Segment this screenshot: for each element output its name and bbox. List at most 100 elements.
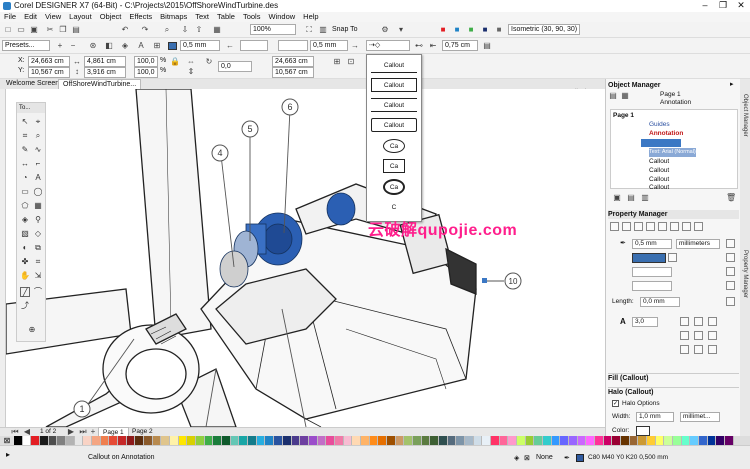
paste-icon[interactable]: ▤ xyxy=(71,25,81,35)
palette-swatch[interactable] xyxy=(386,436,396,445)
palette-swatch[interactable] xyxy=(118,436,127,445)
menu-bitmaps[interactable]: Bitmaps xyxy=(156,12,191,22)
bezier-tool-icon[interactable]: ∿ xyxy=(33,145,43,155)
arrow-start-icon[interactable]: ← xyxy=(225,41,235,51)
palette-swatch[interactable] xyxy=(196,436,205,445)
text-icon[interactable]: A xyxy=(136,41,146,51)
mirror-h-icon[interactable]: ⇔ xyxy=(186,57,196,67)
drawing-canvas[interactable]: 1 4 5 6 10 xyxy=(6,89,605,427)
palette-swatch[interactable] xyxy=(421,436,431,445)
side-tab-object-manager[interactable]: Object Manager xyxy=(740,85,750,145)
palette-swatch[interactable] xyxy=(291,436,301,445)
palette-swatch[interactable] xyxy=(256,436,266,445)
callout-gap-icon[interactable]: ⇤ xyxy=(428,41,438,51)
add-tool-icon[interactable]: ⊕ xyxy=(27,325,37,335)
tree-annotation[interactable]: Annotation xyxy=(649,129,683,138)
fill-icon[interactable]: ◈ xyxy=(120,41,130,51)
palette-swatch[interactable] xyxy=(274,436,283,445)
halo-units-select[interactable]: millimet... xyxy=(680,412,720,422)
lock-icon[interactable]: ⊛ xyxy=(88,41,98,51)
palette-swatch[interactable] xyxy=(100,436,110,445)
palette-swatch[interactable] xyxy=(352,436,361,445)
palette-swatch[interactable] xyxy=(222,436,231,445)
pick-tool-icon[interactable]: ↖ xyxy=(20,117,30,127)
pm-length-lock-icon[interactable] xyxy=(726,297,735,306)
menu-window[interactable]: Window xyxy=(264,12,299,22)
palette-swatch[interactable] xyxy=(334,436,344,445)
side-tab-property-manager[interactable]: Property Manager xyxy=(740,239,750,309)
pm-summary-icon[interactable] xyxy=(682,222,691,231)
palette-swatch[interactable] xyxy=(699,436,708,445)
menu-file[interactable]: File xyxy=(0,12,20,22)
shape-tool-icon[interactable]: ⌖ xyxy=(33,117,43,127)
publish-icon[interactable]: ▦ xyxy=(212,25,222,35)
palette-swatch[interactable] xyxy=(326,436,335,445)
palette-swatch[interactable] xyxy=(83,436,93,445)
smart-fill-tool-icon[interactable]: ✤ xyxy=(20,257,30,267)
palette-swatch[interactable] xyxy=(40,436,49,445)
menu-tools[interactable]: Tools xyxy=(239,12,265,22)
callout-shape-select[interactable]: ⇢◇ xyxy=(366,40,410,51)
palette-swatch[interactable] xyxy=(673,436,682,445)
shadow-tool-icon[interactable]: ◐ xyxy=(20,243,30,253)
callout-option-box[interactable]: Callout xyxy=(371,78,417,92)
copy-icon[interactable]: ❐ xyxy=(58,25,68,35)
palette-swatch[interactable] xyxy=(534,436,543,445)
palette-swatch[interactable] xyxy=(395,436,405,445)
pm-align-ml-icon[interactable] xyxy=(680,331,689,340)
palette-swatch[interactable] xyxy=(690,436,700,445)
rectangle-tool-icon[interactable]: ▭ xyxy=(20,187,30,197)
pm-color-dropdown-icon[interactable] xyxy=(668,253,677,262)
dimension-tool-icon[interactable]: ↔ xyxy=(20,159,30,169)
pm-style-lock-icon[interactable] xyxy=(726,267,735,276)
connect-icon[interactable]: ⊷ xyxy=(414,41,424,51)
add-preset-icon[interactable]: + xyxy=(55,41,65,51)
polygon-tool-icon[interactable]: ⬠ xyxy=(20,201,30,211)
arrow-end-icon[interactable]: → xyxy=(350,41,360,51)
pm-align-tr-icon[interactable] xyxy=(708,317,717,326)
fullscreen-icon[interactable]: ⛶ xyxy=(304,25,314,35)
palette-swatch[interactable] xyxy=(265,436,275,445)
palette-swatch[interactable] xyxy=(716,436,726,445)
palette-swatch[interactable] xyxy=(664,436,674,445)
palette-swatch[interactable] xyxy=(161,436,171,445)
palette-swatch[interactable] xyxy=(621,436,630,445)
pm-callout-icon[interactable] xyxy=(670,222,679,231)
palette-swatch[interactable] xyxy=(603,436,613,445)
palette-swatch[interactable] xyxy=(551,436,561,445)
menu-edit[interactable]: Edit xyxy=(20,12,41,22)
polyline-tool-icon[interactable]: ⤴ xyxy=(20,301,30,311)
palette-swatch[interactable] xyxy=(14,436,23,445)
palette-swatch[interactable] xyxy=(655,436,665,445)
palette-swatch[interactable] xyxy=(343,436,353,445)
palette-swatch[interactable] xyxy=(516,436,526,445)
palette-swatch[interactable] xyxy=(447,436,457,445)
palette-swatch[interactable] xyxy=(74,436,84,445)
outline-tool-icon[interactable]: ◇ xyxy=(33,229,43,239)
palette-swatch[interactable] xyxy=(430,436,439,445)
settings-icon[interactable]: ▤ xyxy=(482,41,492,51)
menu-effects[interactable]: Effects xyxy=(125,12,156,22)
pm-align-tc-icon[interactable] xyxy=(694,317,703,326)
layer-options-icon[interactable]: ▥ xyxy=(640,193,650,203)
palette-swatch[interactable] xyxy=(230,436,240,445)
palette-swatch[interactable] xyxy=(725,436,734,445)
tree-text-arial[interactable]: Text: Arial (Normal) xyxy=(649,148,696,157)
fill-color-swatch[interactable] xyxy=(168,42,177,50)
curve-tool-icon[interactable]: ⌒ xyxy=(33,287,43,297)
palette-swatch[interactable] xyxy=(31,436,41,445)
page-tab-2[interactable]: Page 2 xyxy=(128,427,157,436)
import-icon[interactable]: ⇩ xyxy=(180,25,190,35)
palette-swatch[interactable] xyxy=(178,436,188,445)
palette-swatch[interactable] xyxy=(612,436,622,445)
fill-tool-icon[interactable]: ◈ xyxy=(20,215,30,225)
palette-swatch[interactable] xyxy=(135,436,145,445)
remove-preset-icon[interactable]: − xyxy=(68,41,78,51)
application-launcher-icon[interactable]: ▾ xyxy=(396,25,406,35)
pm-halo-icon[interactable] xyxy=(658,222,667,231)
presets-select[interactable]: Presets... xyxy=(2,40,50,51)
palette-swatch[interactable] xyxy=(369,436,379,445)
menu-object[interactable]: Object xyxy=(96,12,126,22)
height-field[interactable]: 3,916 cm xyxy=(84,67,126,78)
palette-swatch[interactable] xyxy=(569,436,578,445)
